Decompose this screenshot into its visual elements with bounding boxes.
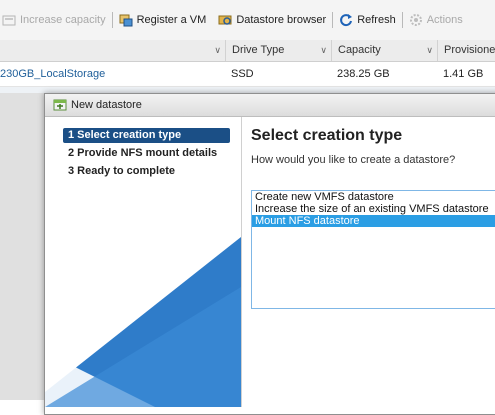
register-vm-button[interactable]: Register a VM	[113, 0, 213, 40]
chevron-down-icon[interactable]: ∨	[214, 40, 221, 61]
register-vm-label: Register a VM	[136, 14, 207, 26]
register-vm-icon	[119, 13, 133, 27]
creation-type-listbox[interactable]: Create new VMFS datastore Increase the s…	[251, 190, 495, 309]
dialog-title-bar[interactable]: New datastore	[45, 94, 495, 117]
increase-capacity-icon	[2, 13, 16, 27]
chevron-down-icon[interactable]: ∨	[320, 40, 327, 61]
column-provisioned-header[interactable]: Provisioned	[437, 40, 495, 61]
actions-button[interactable]: Actions	[403, 0, 469, 40]
column-drive-type-header[interactable]: Drive Type ∨	[225, 40, 331, 61]
datastore-browser-icon	[218, 13, 232, 27]
toolbar: Increase capacity Register a VM Datastor…	[0, 0, 495, 41]
increase-capacity-button[interactable]: Increase capacity	[0, 0, 112, 40]
option-mount-nfs[interactable]: Mount NFS datastore	[252, 215, 495, 227]
refresh-label: Refresh	[357, 14, 396, 26]
table-header: ∨ Drive Type ∨ Capacity ∨ Provisioned	[0, 40, 495, 62]
drive-type-cell: SSD	[231, 68, 254, 80]
wizard-decoration	[45, 237, 241, 407]
refresh-icon	[339, 13, 353, 27]
wizard-content: Select creation type How would you like …	[242, 117, 495, 407]
option-create-vmfs[interactable]: Create new VMFS datastore	[252, 191, 495, 203]
datastore-browser-button[interactable]: Datastore browser	[212, 0, 332, 40]
dialog-title: New datastore	[71, 99, 142, 111]
datastore-browser-label: Datastore browser	[236, 14, 327, 26]
option-increase-vmfs-size[interactable]: Increase the size of an existing VMFS da…	[252, 203, 495, 215]
column-header-label: Capacity	[338, 44, 381, 56]
capacity-cell: 238.25 GB	[337, 68, 390, 80]
gear-icon	[409, 13, 423, 27]
chevron-down-icon[interactable]: ∨	[426, 40, 433, 61]
new-datastore-icon	[53, 98, 67, 112]
refresh-button[interactable]: Refresh	[333, 0, 402, 40]
provisioned-cell: 1.41 GB	[443, 68, 484, 80]
page-title: Select creation type	[251, 127, 403, 144]
datastore-name-link[interactable]: 230GB_LocalStorage	[0, 62, 105, 86]
increase-capacity-label: Increase capacity	[20, 14, 106, 26]
column-name-header[interactable]: ∨	[0, 40, 225, 61]
wizard-steps-panel: 1 Select creation type 2 Provide NFS mou…	[45, 117, 242, 407]
new-datastore-dialog: New datastore 1 Select creation type 2 P…	[44, 93, 495, 415]
column-capacity-header[interactable]: Capacity ∨	[331, 40, 437, 61]
column-header-label: Provisioned	[444, 44, 495, 56]
table-row[interactable]: 230GB_LocalStorage SSD 238.25 GB 1.41 GB	[0, 62, 495, 87]
actions-label: Actions	[426, 14, 463, 26]
column-header-label: Drive Type	[232, 44, 285, 56]
page-subtitle: How would you like to create a datastore…	[251, 154, 456, 166]
